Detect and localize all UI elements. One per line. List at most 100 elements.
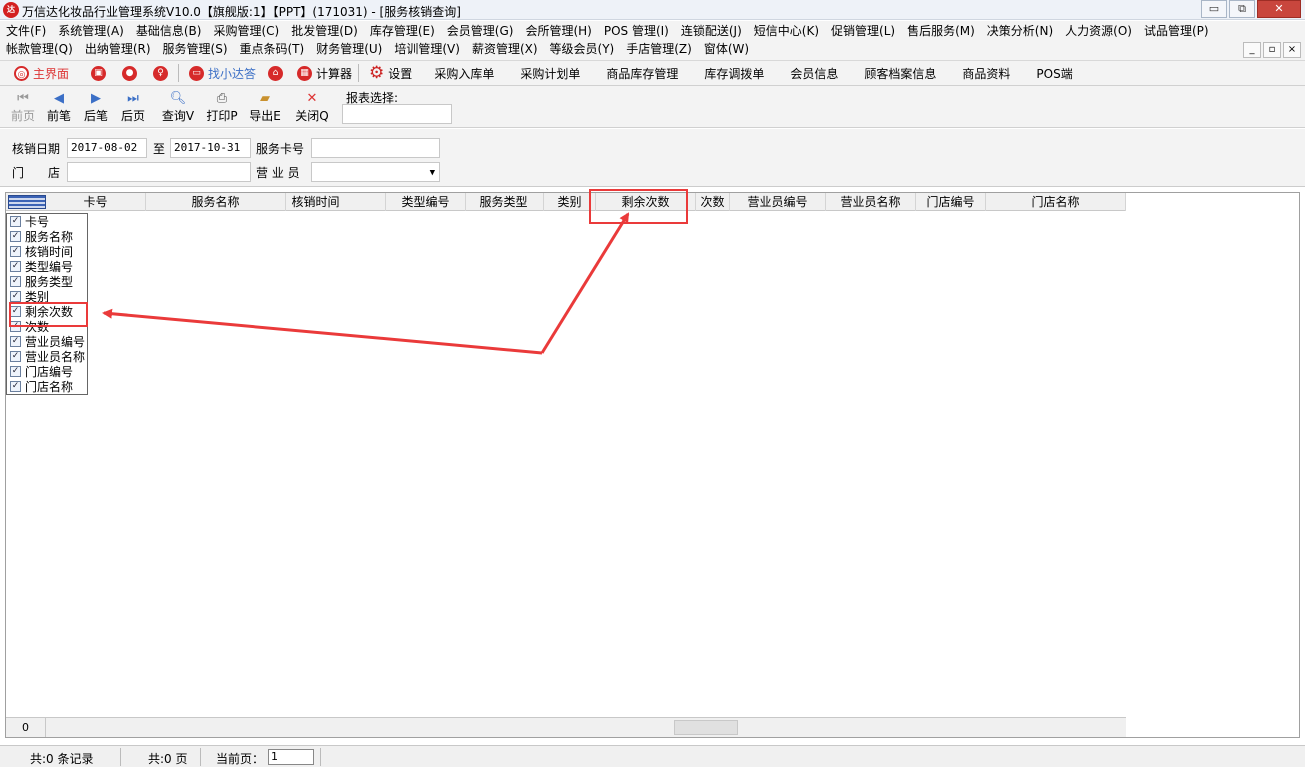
- close-button[interactable]: ✕ 关闭Q: [293, 90, 331, 124]
- column-header-10[interactable]: 门店编号: [916, 193, 986, 211]
- menu-item-row2-5[interactable]: 培训管理(V): [394, 41, 460, 57]
- filter-panel: 核销日期 2017-08-02 至 2017-10-31 服务卡号 门 店 营 …: [0, 129, 1305, 187]
- close-window-button[interactable]: ✕: [1257, 0, 1301, 18]
- quick-link-7[interactable]: POS端: [1036, 65, 1072, 82]
- menu-item-row2-8[interactable]: 手店管理(Z): [626, 41, 692, 57]
- menu-item-6[interactable]: 会员管理(G): [447, 23, 514, 39]
- skip-back-icon: ⏮: [17, 91, 29, 106]
- home-button[interactable]: ◎ 主界面: [14, 65, 69, 82]
- column-header-2[interactable]: 核销时间: [246, 193, 386, 211]
- quick-link-5[interactable]: 顾客档案信息: [864, 65, 936, 82]
- menu-item-10[interactable]: 短信中心(K): [754, 23, 819, 39]
- column-header-7[interactable]: 次数: [696, 193, 730, 211]
- column-header-8[interactable]: 营业员编号: [730, 193, 826, 211]
- report-select-input[interactable]: [342, 104, 452, 124]
- quick-link-6[interactable]: 商品资料: [962, 65, 1010, 82]
- checkbox-icon[interactable]: ✓: [10, 276, 21, 287]
- column-chooser-item[interactable]: ✓ 卡号: [7, 214, 87, 229]
- menu-item-11[interactable]: 促销管理(L): [831, 23, 895, 39]
- menu-item-12[interactable]: 售后服务(M): [907, 23, 975, 39]
- column-header-9[interactable]: 营业员名称: [826, 193, 916, 211]
- horizontal-scrollbar[interactable]: [674, 720, 738, 735]
- checkbox-icon[interactable]: ✓: [10, 381, 21, 392]
- minimize-button[interactable]: ▭: [1201, 0, 1227, 18]
- find-button[interactable]: ▭ 找小达答: [189, 65, 256, 82]
- column-chooser-item[interactable]: ✓ 营业员编号: [7, 334, 87, 349]
- menu-item-5[interactable]: 库存管理(E): [370, 23, 435, 39]
- checkbox-icon[interactable]: ✓: [10, 336, 21, 347]
- column-selector-handle[interactable]: [8, 195, 46, 209]
- quick-link-0[interactable]: 采购入库单: [434, 65, 494, 82]
- next-record-button[interactable]: ▶ 后笔: [77, 90, 115, 124]
- arrow-left-icon: ◀: [54, 91, 64, 106]
- quick-link-1[interactable]: 采购计划单: [520, 65, 580, 82]
- column-header-11[interactable]: 门店名称: [986, 193, 1126, 211]
- menu-item-row2-0[interactable]: 帐款管理(Q): [6, 41, 73, 57]
- menu-item-7[interactable]: 会所管理(H): [525, 23, 591, 39]
- menu-item-4[interactable]: 批发管理(D): [291, 23, 358, 39]
- quick-link-4[interactable]: 会员信息: [790, 65, 838, 82]
- export-button[interactable]: ▰ 导出E: [246, 90, 284, 124]
- column-header-4[interactable]: 服务类型: [464, 193, 544, 211]
- menu-item-row2-9[interactable]: 窗体(W): [704, 41, 749, 57]
- date-from-input[interactable]: 2017-08-02: [67, 138, 147, 158]
- mdi-close-button[interactable]: ×: [1283, 42, 1301, 58]
- clerk-dropdown[interactable]: ▼: [311, 162, 440, 182]
- checkbox-icon[interactable]: ✓: [10, 216, 21, 227]
- date-to-input[interactable]: 2017-10-31: [170, 138, 251, 158]
- column-chooser-item[interactable]: ✓ 营业员名称: [7, 349, 87, 364]
- last-page-button[interactable]: ⏭ 后页: [114, 90, 152, 124]
- menu-item-14[interactable]: 人力资源(O): [1065, 23, 1132, 39]
- menu-item-9[interactable]: 连锁配送(J): [681, 23, 742, 39]
- column-header-3[interactable]: 类型编号: [386, 193, 466, 211]
- current-page-input[interactable]: 1: [268, 749, 314, 765]
- store-input[interactable]: [67, 162, 251, 182]
- menu-item-row2-4[interactable]: 财务管理(U): [316, 41, 382, 57]
- card-input[interactable]: [311, 138, 440, 158]
- column-chooser-item[interactable]: ✓ 门店编号: [7, 364, 87, 379]
- chat-icon: ●: [122, 65, 138, 81]
- bulb-shortcut-button[interactable]: ♀: [153, 65, 172, 81]
- menu-item-13[interactable]: 决策分析(N): [987, 23, 1053, 39]
- column-chooser-item[interactable]: ✓ 核销时间: [7, 244, 87, 259]
- column-chooser-item[interactable]: ✓ 类型编号: [7, 259, 87, 274]
- query-button[interactable]: 🔍︎ 查询V: [159, 90, 197, 124]
- settings-button[interactable]: ⚙ 设置: [369, 63, 412, 83]
- menu-item-row2-3[interactable]: 重点条码(T): [240, 41, 305, 57]
- checkbox-icon[interactable]: ✓: [10, 231, 21, 242]
- column-chooser-item[interactable]: ✓ 服务名称: [7, 229, 87, 244]
- checkbox-icon[interactable]: ✓: [10, 351, 21, 362]
- first-page-label: 前页: [10, 109, 35, 123]
- column-chooser-item[interactable]: ✓ 门店名称: [7, 379, 87, 394]
- chat-shortcut-button[interactable]: ●: [122, 65, 141, 81]
- mdi-minimize-button[interactable]: _: [1243, 42, 1261, 58]
- menu-row-2: 帐款管理(Q) 出纳管理(R) 服务管理(S) 重点条码(T) 财务管理(U) 培训管理(…: [6, 41, 761, 57]
- menu-item-1[interactable]: 系统管理(A): [58, 23, 124, 39]
- mdi-restore-button[interactable]: ▫: [1263, 42, 1281, 58]
- prev-record-button[interactable]: ◀ 前笔: [40, 90, 78, 124]
- menu-item-0[interactable]: 文件(F): [6, 23, 46, 39]
- column-header-0[interactable]: 卡号: [46, 193, 146, 211]
- checkbox-icon[interactable]: ✓: [10, 261, 21, 272]
- house-shortcut-button[interactable]: ⌂: [268, 65, 287, 81]
- menu-item-2[interactable]: 基础信息(B): [136, 23, 202, 39]
- arrow-right-icon: ▶: [91, 91, 101, 106]
- checkbox-icon[interactable]: ✓: [10, 366, 21, 377]
- menu-item-row2-6[interactable]: 薪资管理(X): [472, 41, 538, 57]
- menu-item-3[interactable]: 采购管理(C): [213, 23, 279, 39]
- column-chooser-item[interactable]: ✓ 服务类型: [7, 274, 87, 289]
- checkbox-icon[interactable]: ✓: [10, 246, 21, 257]
- lock-shortcut-button[interactable]: ▣: [91, 65, 110, 81]
- first-page-button[interactable]: ⏮ 前页: [4, 90, 42, 124]
- quick-link-3[interactable]: 库存调拨单: [704, 65, 764, 82]
- quick-link-2[interactable]: 商品库存管理: [606, 65, 678, 82]
- menu-item-row2-7[interactable]: 等级会员(Y): [550, 41, 615, 57]
- checkbox-icon[interactable]: ✓: [10, 291, 21, 302]
- restore-button[interactable]: ⧉: [1229, 0, 1255, 18]
- print-button[interactable]: ⎙ 打印P: [203, 90, 241, 124]
- menu-item-row2-1[interactable]: 出纳管理(R): [85, 41, 151, 57]
- calculator-button[interactable]: ▦ 计算器: [297, 65, 352, 82]
- menu-item-row2-2[interactable]: 服务管理(S): [163, 41, 228, 57]
- menu-item-15[interactable]: 试品管理(P): [1144, 23, 1209, 39]
- menu-item-8[interactable]: POS 管理(I): [604, 23, 669, 39]
